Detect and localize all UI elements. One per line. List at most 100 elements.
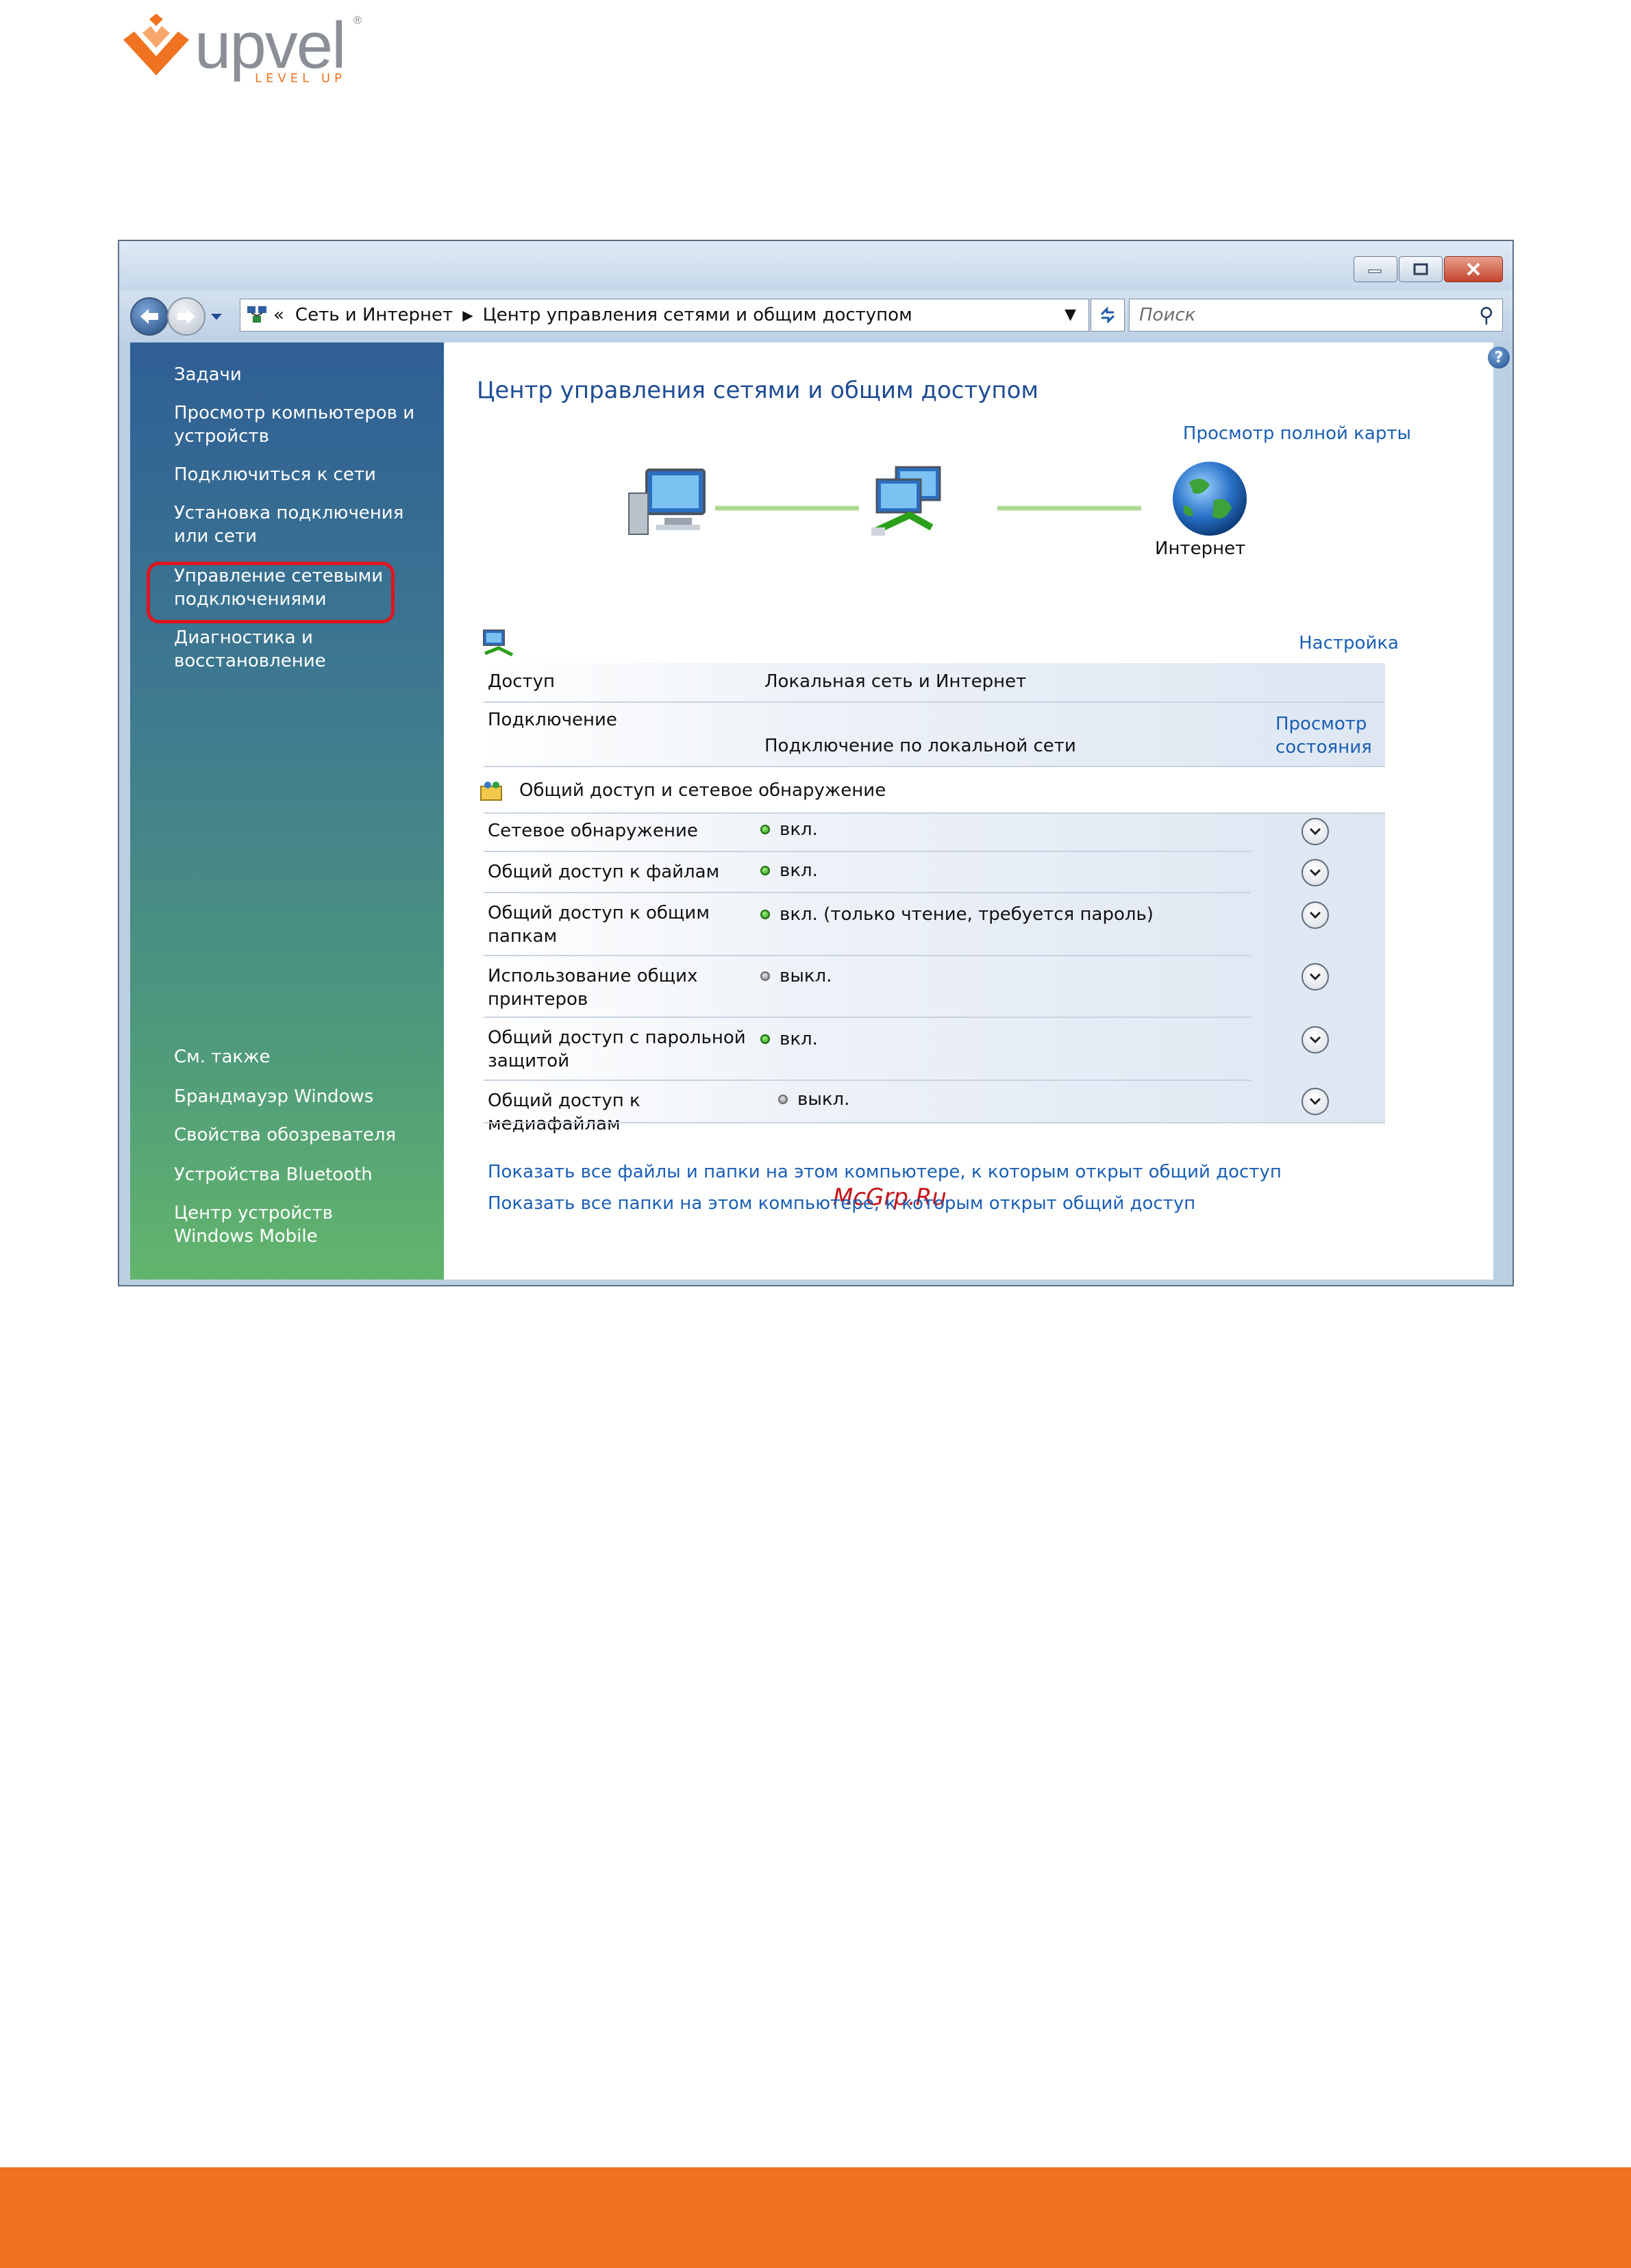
maximize-button[interactable]	[1399, 256, 1443, 282]
sharing-value-text: вкл. (только чтение, требуется пароль)	[780, 904, 1154, 925]
sharing-title-text: Общий доступ и сетевое обнаружение	[519, 780, 886, 801]
sharing-label-media: Общий доступ к медиафайлам	[488, 1091, 640, 1134]
title-bar	[119, 241, 1512, 290]
page-title: Центр управления сетями и общим доступом	[477, 377, 1039, 404]
task-setup-connection[interactable]: Установка подключения или сети	[174, 501, 434, 548]
explorer-window: « Сеть и Интернет ▶ Центр управления сет…	[118, 240, 1514, 1286]
row-divider	[484, 955, 1251, 956]
breadcrumb-network-center[interactable]: Центр управления сетями и общим доступом	[483, 305, 912, 325]
task-pane: Задачи Просмотр компьютеров и устройств …	[130, 342, 444, 1280]
minimize-button[interactable]	[1354, 256, 1397, 282]
sharing-value-text: вкл.	[780, 819, 818, 840]
search-input[interactable]: Поиск ⚲	[1129, 299, 1503, 332]
chevron-down-icon	[1309, 911, 1321, 919]
maximize-icon	[1413, 263, 1428, 275]
full-map-link[interactable]: Просмотр полной карты	[1183, 423, 1411, 444]
network-folder-icon	[247, 306, 266, 323]
row-divider	[484, 1017, 1251, 1018]
task-view-computers[interactable]: Просмотр компьютеров и устройств	[174, 401, 434, 448]
footer-bar	[0, 2167, 1631, 2268]
main-content: ? Центр управления сетями и общим доступ…	[444, 342, 1510, 1280]
expand-button[interactable]	[1302, 859, 1329, 886]
sharing-section-title: Общий доступ и сетевое обнаружение	[480, 780, 886, 801]
chevron-down-icon	[1309, 1036, 1321, 1044]
search-placeholder: Поиск	[1139, 305, 1196, 325]
forward-button[interactable]	[167, 297, 206, 336]
task-diagnose-repair[interactable]: Диагностика и восстановление	[174, 626, 352, 673]
network-icon[interactable]	[869, 466, 951, 541]
connection-line	[715, 506, 859, 511]
expand-button[interactable]	[1302, 818, 1329, 845]
task-connect-network[interactable]: Подключиться к сети	[174, 463, 434, 486]
connection-value: Подключение по локальной сети	[764, 736, 1076, 756]
sharing-value-media: выкл.	[778, 1089, 849, 1110]
row-divider	[484, 701, 1385, 703]
refresh-button[interactable]	[1091, 299, 1125, 332]
sharing-value-public-folders: вкл. (только чтение, требуется пароль)	[760, 904, 1154, 925]
status-on-icon	[760, 825, 770, 834]
expand-button[interactable]	[1302, 901, 1329, 929]
status-off-icon	[760, 971, 770, 981]
chevron-down-icon	[1309, 827, 1321, 836]
breadcrumb-root[interactable]: «	[273, 305, 284, 325]
registered-mark: ®	[352, 14, 363, 27]
status-on-icon	[760, 1034, 770, 1044]
status-off-icon	[778, 1095, 788, 1104]
sharing-value-text: выкл.	[797, 1089, 850, 1110]
sharing-label-public-folders: Общий доступ к общим папкам	[488, 903, 710, 947]
minimize-icon	[1368, 269, 1382, 273]
row-divider	[484, 1122, 1385, 1123]
status-on-icon	[760, 910, 770, 919]
view-status-link[interactable]: Просмотр состояния	[1275, 712, 1372, 759]
row-divider	[484, 851, 1251, 852]
help-icon[interactable]: ?	[1488, 347, 1510, 369]
address-box[interactable]: « Сеть и Интернет ▶ Центр управления сет…	[240, 299, 1089, 332]
brand-tagline: LEVEL UP	[255, 71, 346, 86]
network-info-table: Доступ Локальная сеть и Интернет Подключ…	[484, 663, 1385, 767]
connection-line	[997, 506, 1141, 511]
show-shared-files-link[interactable]: Показать все файлы и папки на этом компь…	[488, 1162, 1282, 1182]
see-also-internet-options[interactable]: Свойства обозревателя	[174, 1123, 434, 1147]
globe-icon[interactable]	[1169, 458, 1251, 540]
show-shared-folders-link[interactable]: Показать все папки на этом компьютере, к…	[488, 1193, 1195, 1214]
see-also-mobile-center[interactable]: Центр устройств Windows Mobile	[174, 1201, 407, 1248]
access-value: Локальная сеть и Интернет	[764, 671, 1027, 692]
see-also-bluetooth[interactable]: Устройства Bluetooth	[174, 1163, 434, 1186]
address-toolbar: « Сеть и Интернет ▶ Центр управления сет…	[119, 290, 1512, 342]
see-also-heading: См. также	[174, 1047, 271, 1067]
upvel-logo: upvel ® LEVEL UP	[118, 9, 364, 86]
row-divider	[484, 892, 1251, 893]
sharing-label-files: Общий доступ к файлам	[488, 862, 720, 882]
highlight-frame	[147, 562, 395, 623]
sharing-value-printers: выкл.	[760, 966, 832, 986]
sharing-table: Сетевое обнаружение вкл. Общий доступ к …	[484, 812, 1385, 1134]
tasks-heading: Задачи	[174, 364, 242, 385]
customize-link[interactable]: Настройка	[1299, 633, 1399, 653]
computer-icon[interactable]	[626, 466, 708, 541]
see-also-firewall[interactable]: Брандмауэр Windows	[174, 1085, 434, 1108]
expand-button[interactable]	[1302, 963, 1329, 990]
close-icon	[1467, 262, 1480, 276]
expand-button[interactable]	[1302, 1026, 1329, 1054]
sharing-value-text: вкл.	[780, 860, 818, 881]
upvel-logo-icon	[123, 14, 189, 75]
connection-label: Подключение	[488, 710, 617, 730]
breadcrumb-network-internet[interactable]: Сеть и Интернет	[295, 305, 453, 325]
breadcrumb-separator-icon[interactable]: ▶	[462, 307, 473, 323]
sharing-label-password: Общий доступ с парольной защитой	[488, 1027, 746, 1071]
sharing-value-password: вкл.	[760, 1029, 818, 1049]
address-dropdown-icon[interactable]: ▼	[1064, 306, 1076, 323]
status-on-icon	[760, 866, 770, 875]
search-icon[interactable]: ⚲	[1479, 303, 1494, 327]
recent-pages-dropdown[interactable]	[210, 311, 223, 324]
back-button[interactable]	[130, 297, 169, 336]
row-divider	[484, 766, 1385, 767]
sharing-value-text: выкл.	[780, 966, 832, 986]
expand-button[interactable]	[1302, 1088, 1329, 1115]
chevron-down-icon	[1309, 973, 1321, 981]
row-divider	[484, 1080, 1251, 1081]
close-button[interactable]	[1444, 256, 1503, 282]
chevron-down-icon	[1309, 869, 1321, 877]
network-icon	[483, 630, 514, 657]
chevron-down-icon	[211, 314, 222, 320]
